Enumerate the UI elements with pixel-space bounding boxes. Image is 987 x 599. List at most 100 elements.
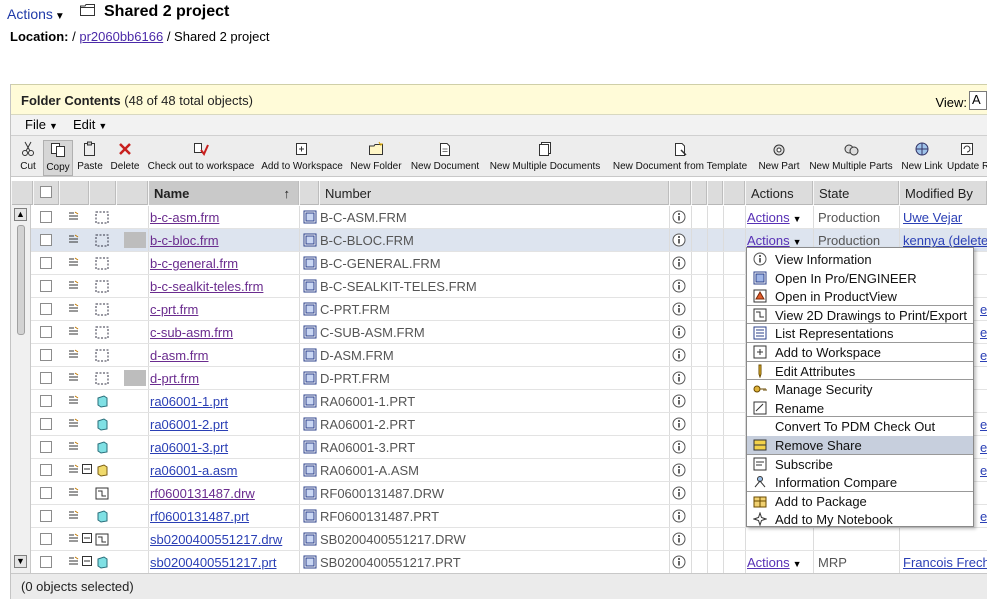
- new-link-button[interactable]: New Link: [899, 140, 945, 176]
- modified-by-link-partial[interactable]: e: [980, 505, 987, 527]
- paste-button[interactable]: Paste: [76, 140, 104, 176]
- modified-by-link-partial[interactable]: e: [980, 321, 987, 343]
- object-name-link[interactable]: sb0200400551217.prt: [150, 551, 277, 573]
- info-icon[interactable]: [672, 279, 686, 293]
- info-icon[interactable]: [672, 394, 686, 408]
- row-checkbox[interactable]: [40, 395, 52, 407]
- row-checkbox[interactable]: [40, 211, 52, 223]
- menu-item-add-to-my-notebook[interactable]: Add to My Notebook: [747, 510, 973, 529]
- row-checkbox[interactable]: [40, 349, 52, 361]
- header-actions-menu[interactable]: Actions ▼: [7, 6, 65, 22]
- info-icon[interactable]: [672, 348, 686, 362]
- table-row[interactable]: sb0200400551217.drw SB0200400551217.DRW: [11, 528, 987, 551]
- object-name-link[interactable]: ra06001-1.prt: [150, 390, 228, 412]
- menu-item-information-compare[interactable]: Information Compare: [747, 473, 973, 492]
- check-out-button[interactable]: Check out to workspace: [145, 140, 257, 176]
- modified-by-link-partial[interactable]: e: [980, 344, 987, 366]
- object-name-link[interactable]: sb0200400551217.drw: [150, 528, 282, 550]
- menu-item-manage-security[interactable]: Manage Security: [747, 380, 973, 399]
- info-icon[interactable]: [672, 302, 686, 316]
- object-name-link[interactable]: b-c-asm.frm: [150, 206, 219, 228]
- row-checkbox[interactable]: [40, 441, 52, 453]
- object-name-link[interactable]: d-asm.frm: [150, 344, 209, 366]
- new-folder-button[interactable]: New Folder: [347, 140, 405, 176]
- scrollbar-thumb[interactable]: [17, 225, 25, 335]
- scroll-up-arrow-icon[interactable]: ▲: [14, 208, 27, 221]
- object-name-link[interactable]: ra06001-2.prt: [150, 413, 228, 435]
- info-icon[interactable]: [672, 325, 686, 339]
- menu-item-list-representations[interactable]: List Representations: [747, 324, 973, 343]
- row-checkbox[interactable]: [40, 234, 52, 246]
- object-name-link[interactable]: c-sub-asm.frm: [150, 321, 233, 343]
- object-name-link[interactable]: b-c-general.frm: [150, 252, 238, 274]
- view-select[interactable]: A: [969, 91, 987, 110]
- column-header-name[interactable]: Name ↑: [148, 181, 299, 205]
- row-checkbox[interactable]: [40, 303, 52, 315]
- new-document-from-template-button[interactable]: New Document from Template: [607, 140, 753, 176]
- column-header-modified-by[interactable]: Modified By: [899, 181, 987, 205]
- row-checkbox[interactable]: [40, 257, 52, 269]
- column-header-actions[interactable]: Actions: [745, 181, 813, 205]
- object-name-link[interactable]: c-prt.frm: [150, 298, 198, 320]
- info-icon[interactable]: [672, 555, 686, 569]
- menu-item-remove-share[interactable]: Remove Share: [747, 436, 973, 455]
- modified-by-link-partial[interactable]: e: [980, 413, 987, 435]
- new-document-button[interactable]: New Document: [407, 140, 483, 176]
- new-multiple-parts-button[interactable]: New Multiple Parts: [805, 140, 897, 176]
- object-name-link[interactable]: d-prt.frm: [150, 367, 199, 389]
- table-row[interactable]: sb0200400551217.prt SB0200400551217.PRT Ac…: [11, 551, 987, 574]
- delete-button[interactable]: Delete: [107, 140, 143, 176]
- modified-by-link[interactable]: [903, 528, 987, 550]
- info-icon[interactable]: [672, 210, 686, 224]
- menu-item-view-information[interactable]: View Information: [747, 250, 973, 269]
- menu-item-open-in-pro-engineer[interactable]: Open In Pro/ENGINEER: [747, 269, 973, 288]
- table-row[interactable]: b-c-asm.frm B-C-ASM.FRM Actions ▼ Production…: [11, 206, 987, 229]
- select-all-checkbox[interactable]: [40, 186, 52, 198]
- row-checkbox[interactable]: [40, 464, 52, 476]
- add-to-workspace-button[interactable]: Add to Workspace: [259, 140, 345, 176]
- object-name-link[interactable]: ra06001-a.asm: [150, 459, 237, 481]
- modified-by-link-partial[interactable]: e: [980, 436, 987, 458]
- object-name-link[interactable]: rf0600131487.drw: [150, 482, 255, 504]
- object-name-link[interactable]: b-c-sealkit-teles.frm: [150, 275, 263, 297]
- menu-item-add-to-package[interactable]: Add to Package: [747, 492, 973, 511]
- menu-item-rename[interactable]: Rename: [747, 399, 973, 418]
- info-icon[interactable]: [672, 371, 686, 385]
- breadcrumb-link-project[interactable]: pr2060bb6166: [79, 29, 163, 44]
- object-name-link[interactable]: b-c-bloc.frm: [150, 229, 219, 251]
- info-icon[interactable]: [672, 417, 686, 431]
- row-checkbox[interactable]: [40, 556, 52, 568]
- menu-item-edit-attributes[interactable]: Edit Attributes: [747, 362, 973, 381]
- edit-menu[interactable]: Edit ▼: [73, 117, 107, 132]
- modified-by-link[interactable]: Uwe Vejar: [903, 206, 987, 228]
- menu-item-add-to-workspace[interactable]: Add to Workspace: [747, 343, 973, 362]
- modified-by-link-partial[interactable]: e: [980, 298, 987, 320]
- column-header-number[interactable]: Number: [319, 181, 669, 205]
- info-icon[interactable]: [672, 463, 686, 477]
- vertical-scrollbar[interactable]: ▲ ▼: [11, 205, 31, 573]
- row-actions-menu[interactable]: Actions ▼: [747, 551, 802, 573]
- modified-by-link[interactable]: Francois Frech: [903, 551, 987, 573]
- cut-button[interactable]: Cut: [15, 140, 41, 176]
- menu-item-view-2d-drawings-to-print-export[interactable]: View 2D Drawings to Print/Export: [747, 306, 973, 325]
- row-checkbox[interactable]: [40, 510, 52, 522]
- row-checkbox[interactable]: [40, 487, 52, 499]
- row-checkbox[interactable]: [40, 418, 52, 430]
- info-icon[interactable]: [672, 233, 686, 247]
- row-checkbox[interactable]: [40, 372, 52, 384]
- row-checkbox[interactable]: [40, 280, 52, 292]
- info-icon[interactable]: [672, 486, 686, 500]
- menu-item-convert-to-pdm-check-out[interactable]: Convert To PDM Check Out: [747, 417, 973, 436]
- object-name-link[interactable]: ra06001-3.prt: [150, 436, 228, 458]
- new-part-button[interactable]: New Part: [755, 140, 803, 176]
- update-button[interactable]: Update R: [947, 140, 987, 176]
- menu-item-subscribe[interactable]: Subscribe: [747, 455, 973, 474]
- column-header-state[interactable]: State: [813, 181, 899, 205]
- info-icon[interactable]: [672, 509, 686, 523]
- row-checkbox[interactable]: [40, 533, 52, 545]
- object-name-link[interactable]: rf0600131487.prt: [150, 505, 249, 527]
- row-actions-menu[interactable]: Actions ▼: [747, 206, 802, 228]
- scroll-down-arrow-icon[interactable]: ▼: [14, 555, 27, 568]
- info-icon[interactable]: [672, 256, 686, 270]
- row-checkbox[interactable]: [40, 326, 52, 338]
